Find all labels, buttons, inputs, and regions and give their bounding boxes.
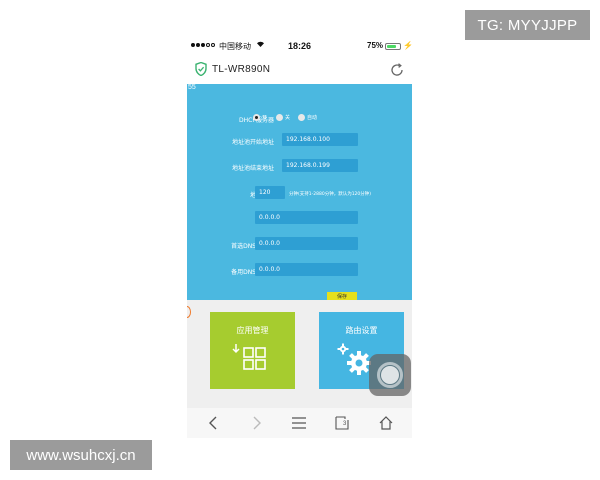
battery-level-fill xyxy=(387,45,396,48)
menu-icon[interactable] xyxy=(290,414,308,432)
carrier-name: 中国移动 xyxy=(219,42,251,51)
home-icon[interactable] xyxy=(377,414,395,432)
gateway-input[interactable]: 0.0.0.0 xyxy=(255,211,358,224)
wifi-icon xyxy=(256,40,265,50)
radio-icon xyxy=(276,114,283,121)
dns1-input[interactable]: 0.0.0.0 xyxy=(255,237,358,250)
start-ip-input[interactable]: 192.168.0.100 xyxy=(282,133,358,146)
end-ip-input[interactable]: 192.168.0.199 xyxy=(282,159,358,172)
dns2-input[interactable]: 0.0.0.0 xyxy=(255,263,358,276)
back-icon[interactable] xyxy=(204,414,222,432)
clock-time: 18:26 xyxy=(288,41,312,51)
dhcp-option-on[interactable]: 开 xyxy=(253,114,267,121)
router-settings-label: 路由设置 xyxy=(345,326,378,335)
watermark-bottom-left: www.wsuhcxj.cn xyxy=(10,440,152,470)
app-bar: TL-WR890N xyxy=(187,58,412,84)
dhcp-settings-panel: 55 DHCP服务器 开 关 自动 地址池开始地址 192.168.0.100 … xyxy=(187,84,412,301)
browser-toolbar: 3 xyxy=(187,408,412,438)
refresh-icon[interactable] xyxy=(389,62,405,78)
radio-icon xyxy=(298,114,305,121)
tab-count: 3 xyxy=(343,421,347,427)
end-ip-label: 地址池结束地址 xyxy=(231,165,274,172)
router-title: TL-WR890N xyxy=(212,64,271,75)
watermark-top-right: TG: MYYJJPP xyxy=(465,10,590,40)
screenshot-root: TG: MYYJJPP 中国移动 18:26 75% ⚡ TL-WR890N 5… xyxy=(0,0,600,480)
grid-download-icon xyxy=(232,344,266,370)
feature-cards-area: 应用管理 路由设置 xyxy=(187,300,412,408)
assistive-touch-button[interactable] xyxy=(369,354,411,396)
battery-icon xyxy=(385,43,401,50)
lease-input[interactable]: 120 xyxy=(255,186,285,199)
app-management-label: 应用管理 xyxy=(236,326,269,335)
edge-tab-icon[interactable] xyxy=(187,306,191,318)
forward-icon[interactable] xyxy=(248,414,266,432)
signal-strength-icon xyxy=(191,43,215,47)
radio-selected-icon xyxy=(253,114,260,121)
tabs-icon[interactable]: 3 xyxy=(333,414,351,432)
status-bar: 中国移动 18:26 75% ⚡ xyxy=(187,38,412,56)
shield-icon xyxy=(195,62,207,76)
phone-screen: 中国移动 18:26 75% ⚡ TL-WR890N 55 DHCP服务器 xyxy=(187,38,412,438)
app-management-card[interactable]: 应用管理 xyxy=(210,312,295,389)
battery-percent: 75% xyxy=(367,41,384,50)
dhcp-option-auto[interactable]: 自动 xyxy=(298,114,317,121)
dhcp-option-off[interactable]: 关 xyxy=(276,114,290,121)
bolt-icon: ⚡ xyxy=(403,41,412,50)
start-ip-label: 地址池开始地址 xyxy=(231,139,274,146)
corner-label: 55 xyxy=(188,84,196,91)
lease-hint: 分钟(支持1-2880分钟，默认为120分钟) xyxy=(289,192,372,197)
